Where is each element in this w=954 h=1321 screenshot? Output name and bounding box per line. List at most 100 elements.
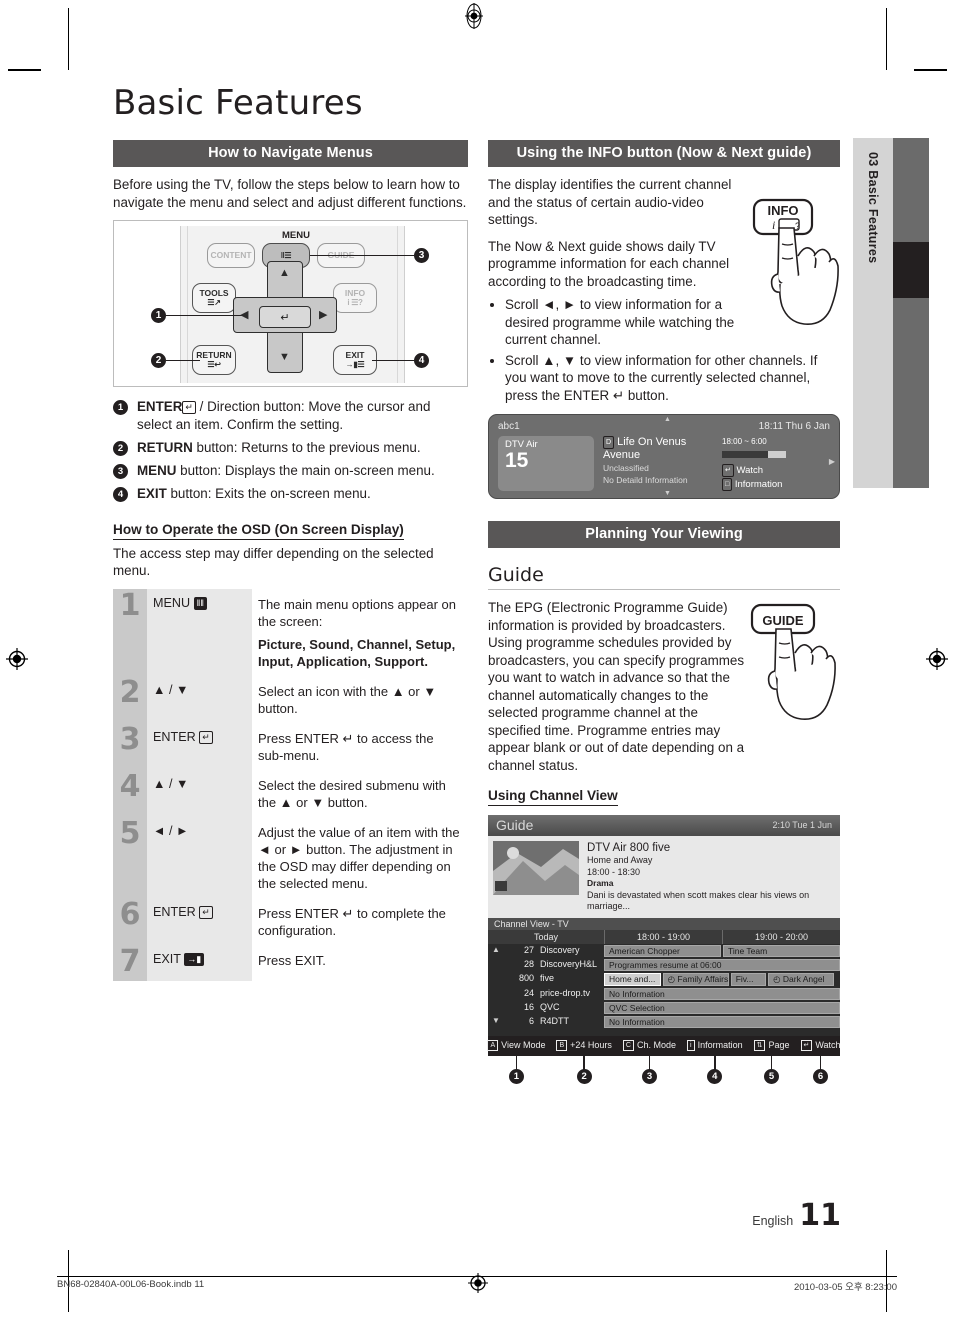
legend-number: 2: [113, 440, 128, 456]
section-header-planning-viewing: Planning Your Viewing: [488, 521, 840, 548]
info-osd-watch[interactable]: ↵ Watch: [722, 464, 830, 478]
step-number: 6: [113, 897, 147, 945]
guide-grid-header: Today 18:00 - 19:00 19:00 - 20:00: [488, 929, 840, 944]
now-playing-synopsis: Dani is devastated when scott makes clea…: [587, 889, 810, 912]
step-number: 5: [113, 816, 147, 898]
leader-line-4: [372, 360, 414, 362]
legend-item: 4 EXIT button: Exits the on-screen menu.: [113, 485, 468, 503]
callout-stem: [714, 1055, 716, 1070]
toolbar-item-view-mode[interactable]: A View Mode: [487, 1039, 545, 1051]
row-scroll-arrow-icon: [488, 1001, 504, 1015]
toolbar-item-watch[interactable]: ↵ Watch: [800, 1039, 841, 1051]
legend-text: RETURN button: Returns to the previous m…: [137, 439, 421, 457]
remote-button-tools[interactable]: TOOLS ☰↗: [192, 283, 236, 313]
channel-number: 24: [523, 987, 534, 998]
print-footer: BN68-02840A-00L06-Book.indb 11 2010-03-0…: [0, 1273, 954, 1299]
osd-scroll-right-icon: ▶: [828, 456, 835, 466]
programme-slots: Home and... ◴ Family Affairs Fiv... ◴ Dark …: [604, 972, 840, 987]
dpad-enter-button[interactable]: ↵: [259, 306, 311, 328]
callout-stem: [819, 1055, 822, 1070]
info-bullet-1: Scroll ◄, ► to view information for a de…: [505, 297, 735, 347]
section-header-info-button: Using the INFO button (Now & Next guide): [488, 140, 840, 167]
step-desc: Press ENTER ↵ to complete the configurat…: [258, 905, 446, 938]
guide-osd-titlebar: Guide 2:10 Tue 1 Jun: [488, 815, 840, 836]
programme-slot[interactable]: QVC Selection: [604, 1001, 840, 1014]
programme-slot[interactable]: Home and...: [604, 972, 661, 986]
remote-button-exit[interactable]: EXIT →▮☰: [333, 345, 377, 375]
info-osd-actions: 18:00 ~ 6:00 ↵ Watch □ Information: [722, 436, 830, 491]
info-osd-information-label: Information: [734, 478, 783, 490]
guide-key-illustration: GUIDE: [748, 603, 840, 721]
side-tab-chapter: 03 Basic Features: [853, 138, 893, 488]
enter-icon: ↵: [722, 464, 734, 477]
table-row[interactable]: 28 DiscoveryH&L Programmes resume at 06:00: [488, 958, 840, 972]
step-number: 2: [113, 675, 147, 723]
programme-slot[interactable]: Tine Team: [723, 944, 840, 957]
toolbar-item-24-hours[interactable]: B +24 Hours: [556, 1039, 612, 1051]
programme-slot[interactable]: Fiv...: [730, 972, 767, 986]
programme-slot[interactable]: No Information: [604, 1015, 840, 1028]
table-row[interactable]: 16 QVC QVC Selection: [488, 1001, 840, 1015]
table-row[interactable]: 800 five Home and... ◴ Family Affairs Fiv...…: [488, 972, 840, 987]
callout-stem: [648, 1055, 651, 1070]
callout-4: 4: [707, 1068, 723, 1084]
list-item: Scroll ▲, ▼ to view information for othe…: [505, 352, 840, 405]
page-number: 11: [799, 1198, 841, 1233]
legend-number: 4: [113, 486, 128, 502]
remote-button-return-label: RETURN: [196, 350, 232, 360]
exit-icon: →▮☰: [345, 360, 365, 369]
leader-line-1: [166, 315, 242, 317]
side-tab-label: 03 Basic Features: [866, 152, 880, 264]
table-row[interactable]: 24 price-drop.tv No Information: [488, 987, 840, 1001]
toolbar-item-page[interactable]: ⇅ Page: [753, 1039, 790, 1051]
guide-toolbar-callouts: 1 2 3 4 5 6: [488, 1055, 840, 1086]
toolbar-item-information[interactable]: i Information: [687, 1039, 743, 1051]
toolbar-item-label: Ch. Mode: [636, 1039, 677, 1050]
toolbar-key-icon: B: [556, 1039, 568, 1051]
channel-number: 6: [528, 1015, 534, 1026]
toolbar-item-ch-mode[interactable]: C Ch. Mode: [622, 1039, 677, 1051]
legend-number: 3: [113, 463, 128, 479]
legend-item: 2 RETURN button: Returns to the previous…: [113, 439, 468, 457]
now-playing-meta: DTV Air 800 five Home and Away 18:00 - 1…: [579, 841, 835, 913]
legend-text: ENTER ↵ / Direction button: Move the curs…: [137, 398, 468, 433]
side-tab-index-bar: [893, 138, 929, 488]
return-icon: ☰↩: [207, 360, 221, 369]
programme-slot[interactable]: American Chopper: [604, 944, 721, 957]
page-title: Basic Features: [113, 83, 363, 123]
dpad-down-icon: ▼: [279, 351, 290, 363]
guide-grid-spacer: [488, 1028, 840, 1036]
info-osd-time-row: 18:00 ~ 6:00: [722, 436, 830, 461]
table-row[interactable]: ▼ 6 R4DTT No Information: [488, 1015, 840, 1029]
leader-line-3: [310, 255, 414, 257]
now-playing-programme: Home and Away: [587, 855, 653, 865]
programme-slot[interactable]: Programmes resume at 06:00: [604, 958, 840, 971]
step-desc: Select an icon with the ▲ or ▼ button.: [258, 683, 437, 716]
guide-osd-now-playing: DTV Air 800 five Home and Away 18:00 - 1…: [488, 836, 840, 918]
remote-button-info[interactable]: INFO i ☰?: [333, 283, 377, 313]
programme-slot[interactable]: ◴ Family Affairs: [662, 972, 729, 986]
step-number: 1: [113, 588, 147, 676]
remote-button-info-label: INFO: [344, 288, 366, 298]
programme-slot[interactable]: ◴ Dark Angel: [768, 972, 835, 986]
crop-mark-top-left-v: [68, 8, 69, 70]
programme-slot[interactable]: No Information: [604, 987, 840, 1000]
toolbar-key-icon: i: [687, 1039, 695, 1051]
language-label: English: [752, 1214, 794, 1228]
programme-slots: QVC Selection: [604, 1001, 840, 1015]
page-footer: English 11: [752, 1198, 841, 1233]
channel-number: 800: [518, 972, 534, 983]
enter-icon: ↵: [280, 311, 290, 324]
legend-key-label: ENTER: [137, 399, 183, 414]
registration-mark-right: [926, 648, 948, 670]
callout-1: 1: [508, 1068, 524, 1084]
remote-direction-pad[interactable]: ▲ ▼ ◀ ▶ ↵: [233, 261, 337, 373]
info-osd-clock: 18:11 Thu 6 Jan: [758, 421, 830, 432]
legend-item: 1 ENTER ↵ / Direction button: Move the cu…: [113, 398, 468, 433]
channel-number: 16: [523, 1001, 534, 1012]
toolbar-key-icon: ↵: [800, 1039, 813, 1051]
table-row[interactable]: ▲ 27 Discovery American Chopper Tine Team: [488, 944, 840, 958]
info-osd-information[interactable]: □ Information: [722, 477, 830, 492]
table-row: 2 ▲ / ▼ Select an icon with the ▲ or ▼ b…: [113, 675, 468, 723]
osd-intro: The access step may differ depending on …: [113, 545, 434, 579]
